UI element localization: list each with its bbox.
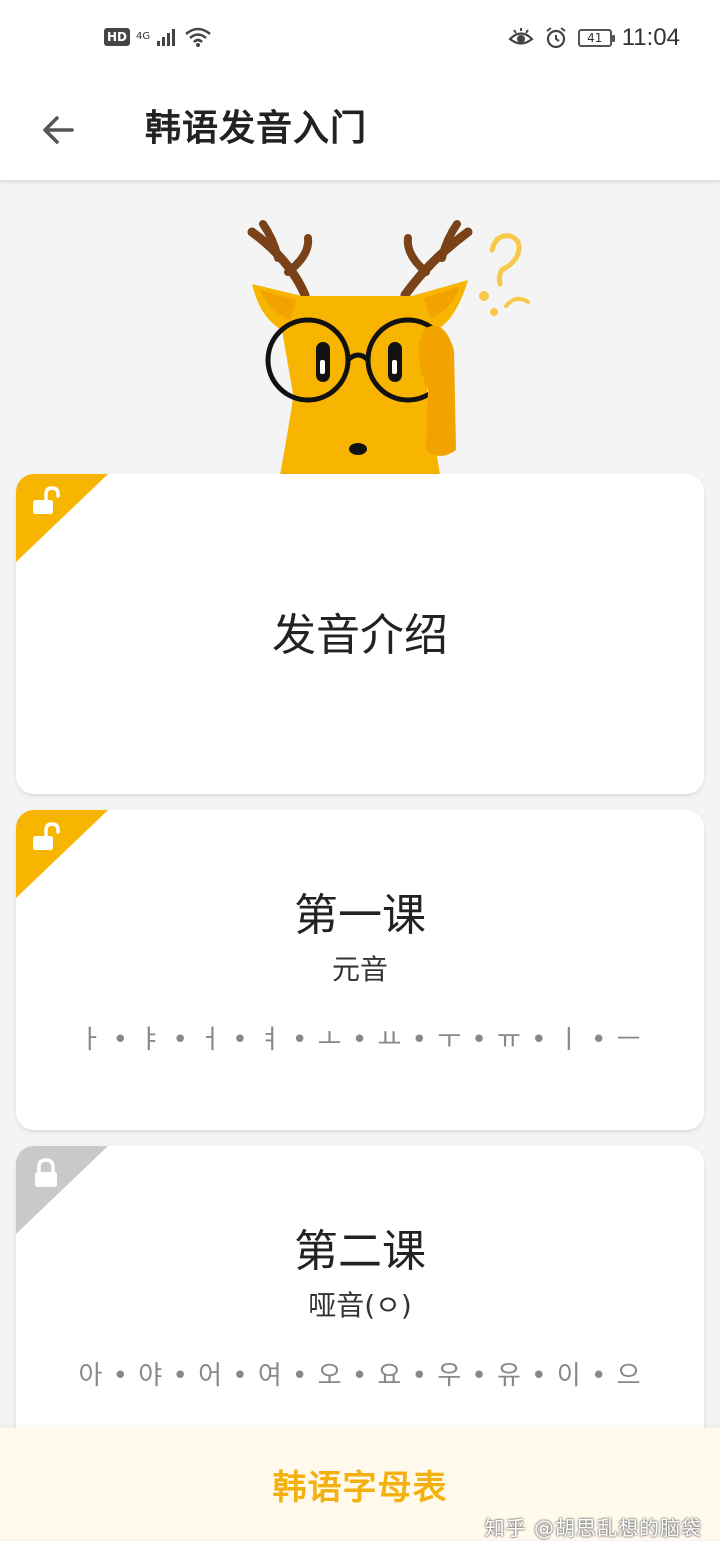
locked-corner bbox=[16, 1146, 108, 1234]
lesson-letters: 아 • 야 • 어 • 여 • 오 • 요 • 우 • 유 • 이 • 으 bbox=[78, 1361, 642, 1391]
app-bar: 韩语发音入门 bbox=[0, 82, 720, 180]
unlocked-corner bbox=[16, 474, 108, 562]
lesson-subtitle: 哑音(ㅇ) bbox=[308, 1289, 412, 1322]
lesson-card-intro[interactable]: 发音介绍 bbox=[16, 474, 704, 794]
lesson-card-1[interactable]: 第一课 元音 ㅏ • ㅑ • ㅓ • ㅕ • ㅗ • ㅛ • ㅜ • ㅠ • ㅣ… bbox=[16, 810, 704, 1130]
deer-mascot bbox=[247, 220, 530, 475]
page-title: 韩语发音入门 bbox=[145, 108, 368, 149]
network-type: 4G bbox=[136, 31, 151, 42]
wifi-icon bbox=[185, 27, 211, 47]
bottom-bar: 韩语字母表 知乎 @胡思乱想的脑袋 bbox=[0, 1428, 720, 1540]
clock: 11:04 bbox=[621, 24, 680, 51]
lesson-card-2[interactable]: 第二课 哑音(ㅇ) 아 • 야 • 어 • 여 • 오 • 요 • 우 • 유 … bbox=[16, 1146, 704, 1466]
hd-badge: HD bbox=[104, 28, 131, 46]
unlocked-corner bbox=[16, 810, 108, 898]
lesson-subtitle: 元音 bbox=[331, 953, 388, 986]
status-left: HD 4G bbox=[104, 26, 212, 48]
lock-closed-icon bbox=[35, 1158, 57, 1187]
signal-icon bbox=[157, 29, 176, 46]
lesson-title: 第一课 bbox=[294, 890, 426, 941]
lesson-letters: ㅏ • ㅑ • ㅓ • ㅕ • ㅗ • ㅛ • ㅜ • ㅠ • ㅣ • ㅡ bbox=[78, 1025, 642, 1055]
watermark: 知乎 @胡思乱想的脑袋 bbox=[484, 1516, 702, 1540]
arrow-left-icon bbox=[43, 116, 74, 144]
lock-open-icon bbox=[33, 486, 60, 514]
eye-comfort-icon bbox=[508, 28, 534, 45]
lesson-title: 第二课 bbox=[294, 1226, 426, 1277]
status-bar: HD 4G 41 11:04 bbox=[0, 0, 720, 82]
status-right: 41 11:04 bbox=[508, 24, 680, 52]
lesson-title: 发音介绍 bbox=[272, 610, 448, 661]
back-button[interactable] bbox=[30, 102, 86, 158]
alarm-icon bbox=[546, 27, 566, 49]
lock-open-icon bbox=[33, 822, 60, 850]
battery-indicator: 41 bbox=[577, 29, 615, 47]
